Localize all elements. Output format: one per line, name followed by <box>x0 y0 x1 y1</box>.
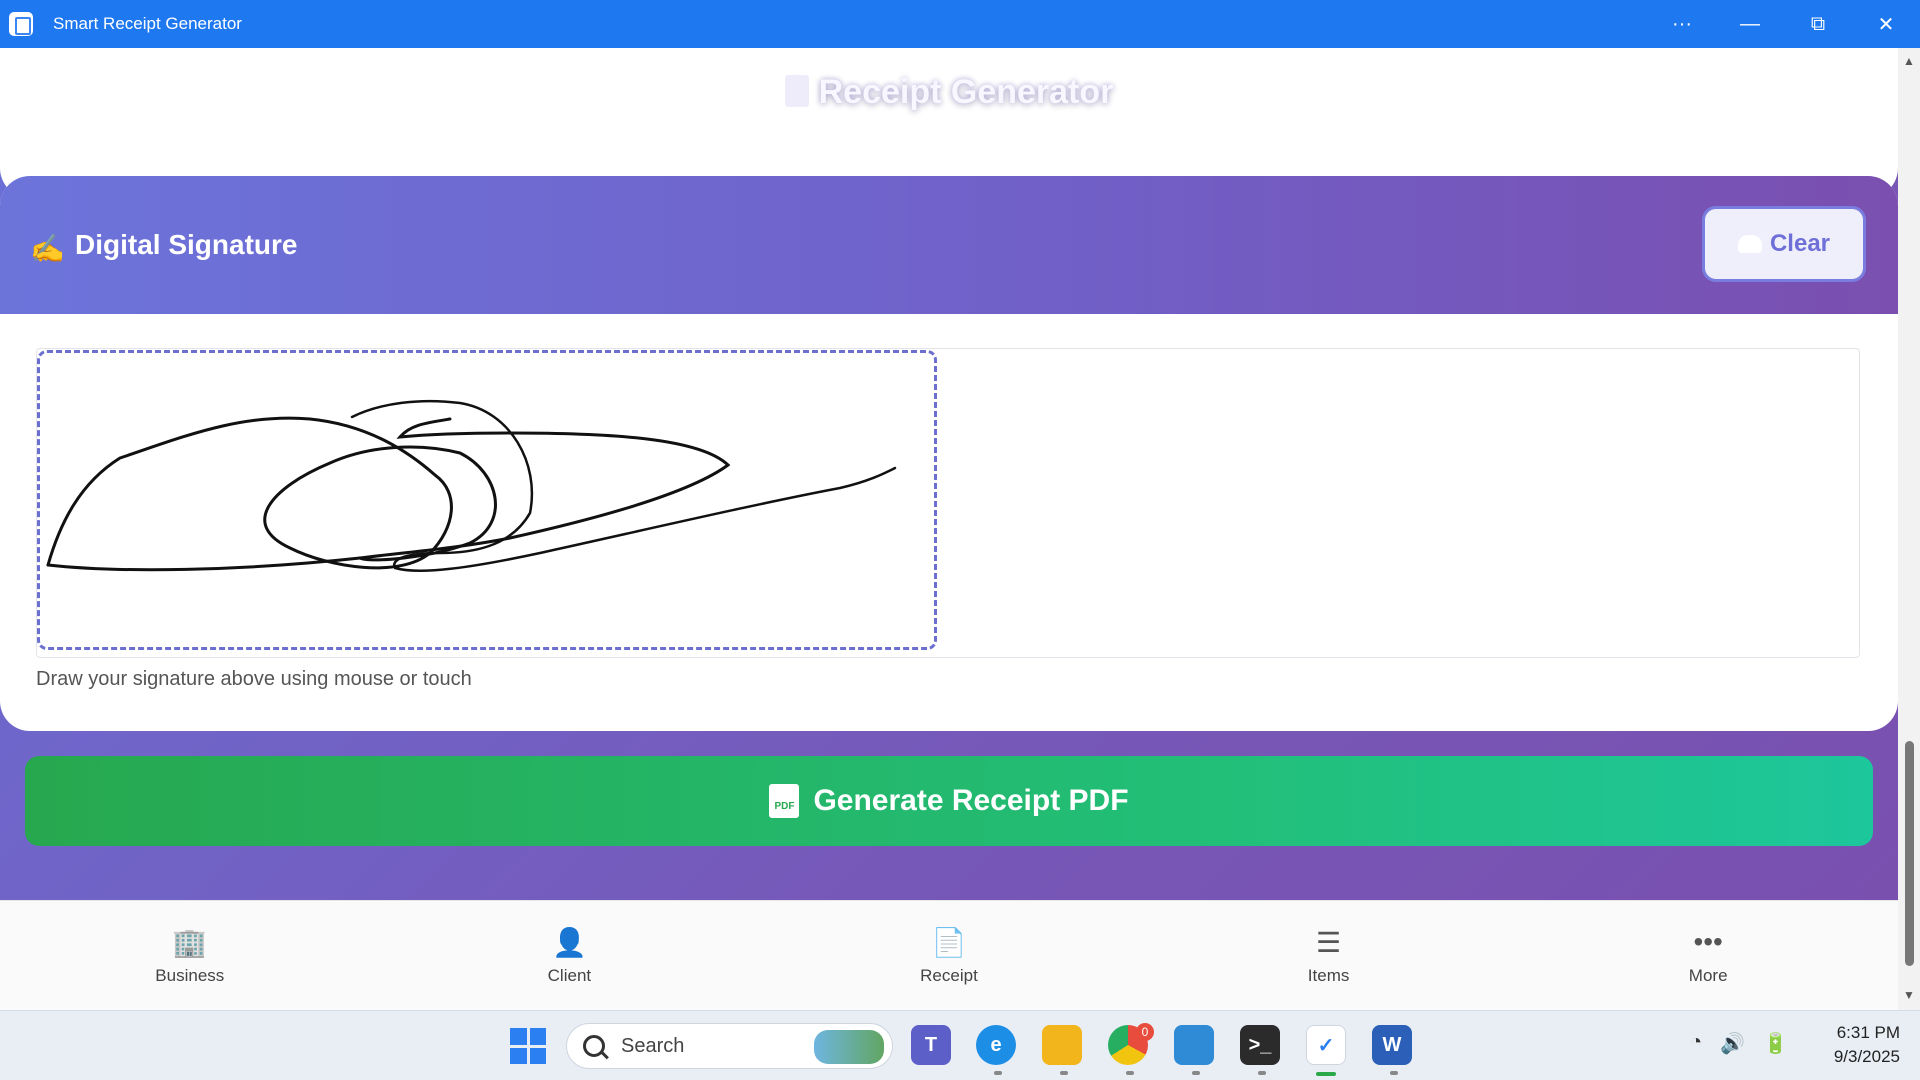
edge-icon[interactable]: e <box>976 1025 1016 1065</box>
app-icon <box>9 12 33 36</box>
windows-logo-tile <box>510 1047 527 1064</box>
window-title: Smart Receipt Generator <box>53 14 242 33</box>
file-explorer-icon[interactable] <box>1042 1025 1082 1065</box>
signature-canvas[interactable] <box>37 350 937 650</box>
receipt-icon <box>784 75 809 107</box>
nav-item-business[interactable]: 🏢 Business <box>0 901 380 1010</box>
title-bar: Smart Receipt Generator ··· — ⧉ ✕ <box>0 0 1920 48</box>
nav-item-more[interactable]: ••• More <box>1518 901 1898 1010</box>
page-title: Receipt Generator <box>0 73 1898 112</box>
windows-logo-tile <box>529 1047 546 1064</box>
battery-icon[interactable]: 🔋 <box>1763 1031 1788 1056</box>
window-controls: ··· — ⧉ ✕ <box>1648 0 1920 48</box>
signature-section: ✍ Digital Signature Clear Draw your sign… <box>0 176 1898 731</box>
notepad-running-indicator <box>1192 1071 1200 1075</box>
signature-title: Digital Signature <box>75 229 298 260</box>
volume-icon[interactable]: 🔊 <box>1720 1031 1745 1056</box>
system-tray: ◔ 🔊 🔋 <box>1690 1031 1788 1056</box>
more-options-button[interactable]: ··· <box>1648 0 1716 48</box>
signature-help-text: Draw your signature above using mouse or… <box>36 668 472 690</box>
receipt-app-taskbar-icon[interactable]: ✓ <box>1306 1025 1346 1065</box>
receipt-icon: 📄 <box>931 927 967 958</box>
taskbar: Search T e 0 >_ ✓ W ◔ 🔊 🔋 6:31 PM 9/3/20… <box>0 1010 1920 1080</box>
eraser-icon <box>1737 235 1762 253</box>
restore-button[interactable]: ⧉ <box>1784 0 1852 48</box>
chrome-badge: 0 <box>1136 1023 1154 1041</box>
search-highlight-image <box>814 1030 884 1064</box>
nav-label-business: Business <box>155 966 225 985</box>
active-app-indicator <box>1316 1072 1336 1076</box>
clock-time: 6:31 PM <box>1836 1023 1900 1042</box>
minimize-button[interactable]: — <box>1716 0 1784 48</box>
windows-logo-tile <box>529 1028 546 1045</box>
list-icon: ☰ <box>1316 927 1342 958</box>
bottom-nav: 🏢 Business 👤 Client 📄 Receipt ☰ Items ••… <box>0 900 1898 1010</box>
search-icon <box>583 1035 605 1057</box>
generate-label: Generate Receipt PDF <box>813 784 1129 817</box>
user-icon: 👤 <box>551 927 587 958</box>
start-button[interactable] <box>510 1028 546 1064</box>
generate-pdf-button[interactable]: Generate Receipt PDF <box>25 756 1873 846</box>
scroll-thumb[interactable] <box>1905 741 1914 966</box>
scroll-up-arrow-icon[interactable]: ▲ <box>1902 54 1916 68</box>
word-running-indicator <box>1390 1071 1398 1075</box>
vertical-scrollbar[interactable]: ▲ ▼ <box>1898 48 1920 1010</box>
close-button[interactable]: ✕ <box>1852 0 1920 48</box>
signature-icon: ✍ <box>30 233 65 264</box>
windows-logo-tile <box>510 1028 527 1045</box>
word-icon[interactable]: W <box>1372 1025 1412 1065</box>
clear-signature-button[interactable]: Clear <box>1702 206 1866 282</box>
pdf-icon <box>769 784 800 818</box>
nav-item-items[interactable]: ☰ Items <box>1139 901 1519 1010</box>
signature-header: ✍ Digital Signature Clear <box>0 176 1898 314</box>
scroll-down-arrow-icon[interactable]: ▼ <box>1902 988 1916 1002</box>
more-icon: ••• <box>1693 926 1723 957</box>
terminal-icon[interactable]: >_ <box>1240 1025 1280 1065</box>
chrome-running-indicator <box>1126 1071 1134 1075</box>
page-title-text: Receipt Generator <box>818 73 1114 111</box>
clear-label: Clear <box>1769 230 1831 257</box>
signature-drawing <box>46 399 897 572</box>
nav-label-more: More <box>1688 966 1728 985</box>
nav-label-receipt: Receipt <box>920 966 978 985</box>
nav-item-client[interactable]: 👤 Client <box>380 901 760 1010</box>
wifi-icon[interactable]: ◔ <box>1690 1031 1702 1056</box>
taskbar-search[interactable]: Search <box>566 1023 893 1069</box>
taskbar-clock[interactable]: 6:31 PM 9/3/2025 <box>1800 1021 1900 1069</box>
nav-item-receipt[interactable]: 📄 Receipt <box>759 901 1139 1010</box>
clock-date: 9/3/2025 <box>1833 1047 1900 1066</box>
nav-label-items: Items <box>1307 966 1350 985</box>
explorer-running-indicator <box>1060 1071 1068 1075</box>
teams-icon[interactable]: T <box>911 1025 951 1065</box>
nav-label-client: Client <box>547 966 592 985</box>
app-content: Receipt Generator ✍ Digital Signature Cl… <box>0 48 1898 1010</box>
notepad-icon[interactable] <box>1174 1025 1214 1065</box>
search-placeholder: Search <box>621 1034 685 1057</box>
edge-running-indicator <box>994 1071 1002 1075</box>
terminal-running-indicator <box>1258 1071 1266 1075</box>
building-icon: 🏢 <box>172 927 208 958</box>
